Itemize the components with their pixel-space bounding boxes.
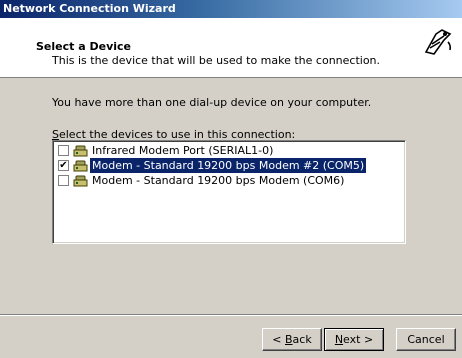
page-subtitle: This is the device that will be used to … bbox=[52, 54, 381, 67]
device-label: Modem - Standard 19200 bps Modem #2 (COM… bbox=[90, 158, 367, 173]
next-button-label: ext > bbox=[343, 333, 374, 346]
device-list-item[interactable]: Infrared Modem Port (SERIAL1-0) bbox=[56, 143, 402, 158]
next-button[interactable]: Next > bbox=[324, 328, 384, 351]
back-button[interactable]: < Back bbox=[262, 328, 322, 351]
device-list[interactable]: Infrared Modem Port (SERIAL1-0) ✔ Modem … bbox=[52, 140, 406, 244]
network-wizard-icon bbox=[424, 29, 452, 55]
device-checkbox[interactable] bbox=[58, 145, 69, 156]
back-button-label: ack bbox=[292, 333, 312, 346]
back-button-prefix: < bbox=[272, 333, 285, 346]
device-list-item-selected[interactable]: ✔ Modem - Standard 19200 bps Modem #2 (C… bbox=[56, 158, 402, 173]
device-checkbox[interactable] bbox=[58, 175, 69, 186]
modem-icon bbox=[73, 175, 88, 187]
wizard-window: Network Connection Wizard Select a Devic… bbox=[0, 0, 462, 358]
button-bar-divider bbox=[0, 314, 462, 316]
wizard-header: Select a Device This is the device that … bbox=[0, 18, 462, 78]
window-title: Network Connection Wizard bbox=[3, 2, 176, 15]
device-label: Modem - Standard 19200 bps Modem (COM6) bbox=[92, 174, 345, 187]
modem-icon bbox=[73, 160, 88, 172]
device-list-item[interactable]: Modem - Standard 19200 bps Modem (COM6) bbox=[56, 173, 402, 188]
back-button-accelerator: B bbox=[285, 333, 293, 346]
device-count-message: You have more than one dial-up device on… bbox=[52, 96, 372, 109]
next-button-accelerator: N bbox=[334, 333, 344, 346]
device-label: Infrared Modem Port (SERIAL1-0) bbox=[92, 144, 274, 157]
page-title: Select a Device bbox=[36, 40, 131, 53]
cancel-button-label: Cancel bbox=[407, 333, 445, 346]
modem-icon bbox=[73, 145, 88, 157]
cancel-button[interactable]: Cancel bbox=[396, 328, 456, 351]
title-bar[interactable]: Network Connection Wizard bbox=[0, 0, 462, 18]
device-checkbox-checked[interactable]: ✔ bbox=[58, 160, 69, 171]
